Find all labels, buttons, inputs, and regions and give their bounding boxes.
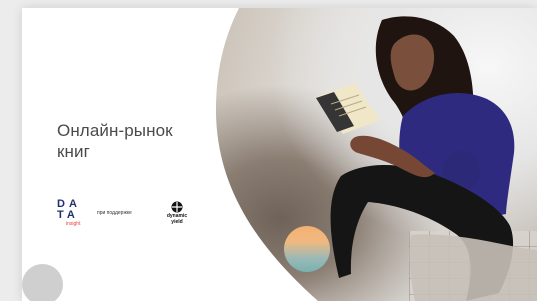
slide-title: Онлайн-рынок книг	[57, 121, 173, 161]
dynamic-yield-text: dynamic yield	[161, 213, 193, 225]
support-label: при поддержке	[97, 210, 132, 216]
dynamic-yield-logo: dynamic yield	[161, 201, 201, 229]
presentation-slide: Онлайн-рынок книг DA TA insight при подд…	[22, 8, 537, 301]
gradient-orb	[284, 226, 330, 272]
title-block: Онлайн-рынок книг	[57, 120, 217, 162]
partner-logos: DA TA insight при поддержке dynamic yiel…	[57, 196, 217, 232]
dynamic-yield-line-2: yield	[171, 219, 183, 225]
data-logo-subtitle: insight	[66, 221, 81, 227]
sitting-stone-shape	[409, 234, 537, 301]
gray-corner-disc	[22, 264, 63, 301]
data-insight-logo: DA TA insight	[57, 199, 97, 229]
data-logo-line-2: TA	[57, 209, 79, 221]
dynamic-yield-icon	[171, 201, 183, 213]
slide-preview: Онлайн-рынок книг DA TA insight при подд…	[0, 0, 537, 301]
